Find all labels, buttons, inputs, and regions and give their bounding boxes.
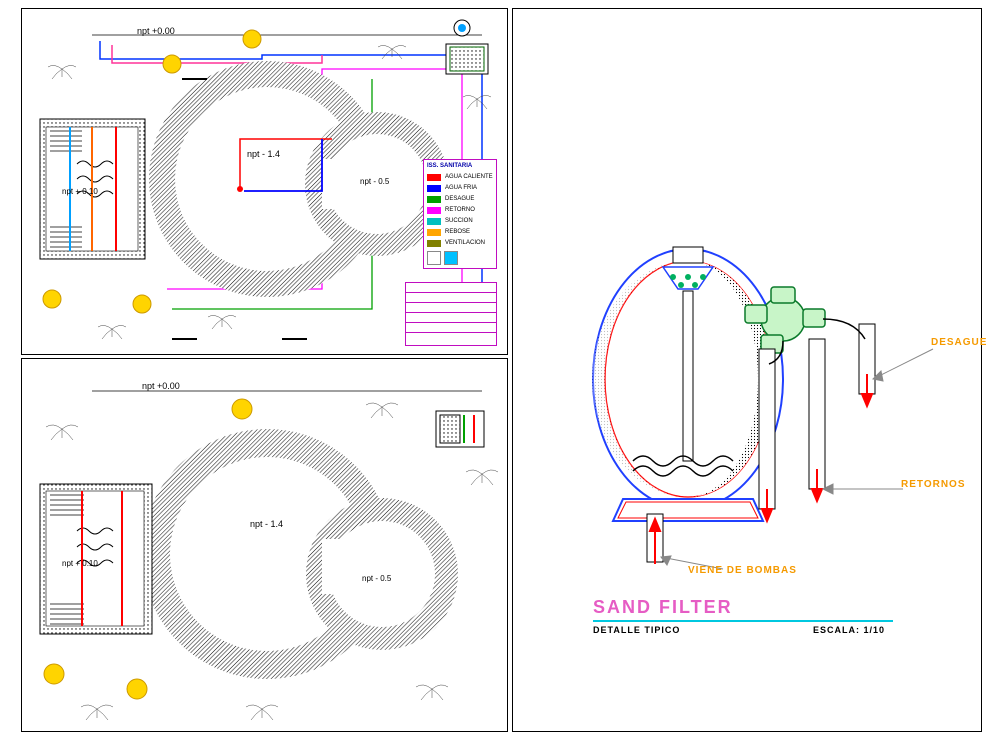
label-npt-datum-top: npt +0.00: [137, 26, 175, 36]
callout-retornos: RETORNOS: [901, 479, 966, 490]
label-npt-deck-top: npt + 0.10: [62, 187, 98, 196]
legend-row: DESAGUE: [427, 194, 493, 204]
callout-bombas: VIENE DE BOMBAS: [688, 565, 797, 576]
legend-row: AGUA CALIENTE: [427, 172, 493, 182]
label-npt-deck-bot: npt + 0.10: [62, 559, 98, 568]
panel-plan-sanitary: npt +0.00 npt - 1.4 npt - 0.5 npt + 0.10…: [21, 8, 508, 355]
title-block: [405, 282, 497, 346]
drawing-sheet: npt +0.00 npt - 1.4 npt - 0.5 npt + 0.10…: [0, 0, 1000, 751]
subtitle-detalle: DETALLE TIPICO: [593, 625, 680, 635]
plan-bottom-svg: [22, 359, 507, 731]
title-sand-filter: SAND FILTER: [593, 597, 733, 618]
sand-filter-svg: [513, 9, 981, 731]
legend-row: VENTILACION: [427, 238, 493, 248]
label-npt-small-bot: npt - 0.5: [362, 574, 391, 583]
legend-box: ISS. SANITARIA AGUA CALIENTE AGUA FRIA D…: [423, 159, 497, 269]
callout-desague: DESAGUE: [931, 337, 987, 348]
legend-row: SUCCION: [427, 216, 493, 226]
legend-header: ISS. SANITARIA: [427, 163, 472, 169]
legend-row: AGUA FRIA: [427, 183, 493, 193]
panel-plan-floor: npt +0.00 npt - 1.4 npt - 0.5 npt + 0.10: [21, 358, 508, 732]
label-npt-main-bot: npt - 1.4: [250, 519, 283, 529]
label-npt-datum-bot: npt +0.00: [142, 381, 180, 391]
panel-sand-filter: DESAGUE RETORNOS VIENE DE BOMBAS SAND FI…: [512, 8, 982, 732]
legend-row: RETORNO: [427, 205, 493, 215]
label-npt-small-top: npt - 0.5: [360, 177, 389, 186]
subtitle-escala: ESCALA: 1/10: [813, 625, 885, 635]
legend-row: REBOSE: [427, 227, 493, 237]
label-npt-main-top: npt - 1.4: [247, 149, 280, 159]
